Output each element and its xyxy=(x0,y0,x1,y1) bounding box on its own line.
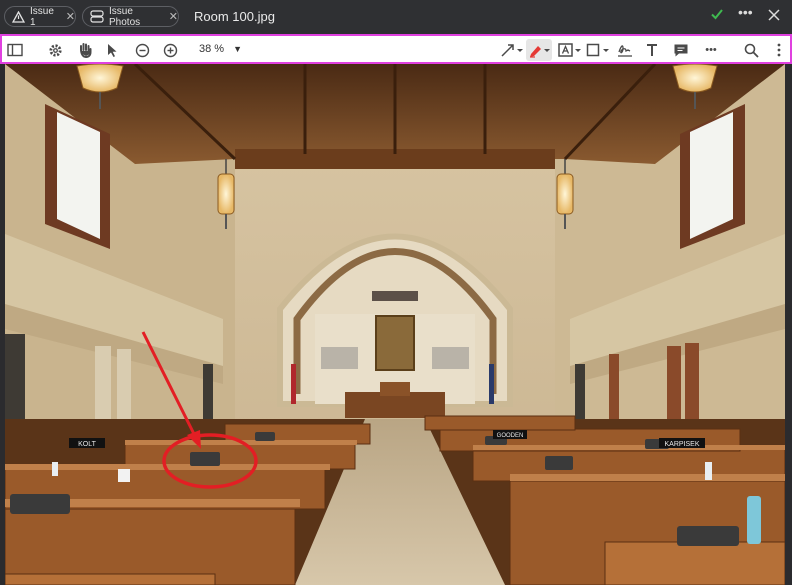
rectangle-icon[interactable] xyxy=(586,41,610,59)
nameplate-kolt: KOLT xyxy=(78,441,96,448)
text-box-icon[interactable] xyxy=(558,41,582,59)
sidebar-toggle-icon[interactable] xyxy=(6,41,24,59)
select-arrow-icon[interactable] xyxy=(103,41,121,59)
tab-issue-photos[interactable]: Issue Photos ✕ xyxy=(82,5,179,28)
more-vertical-icon[interactable] xyxy=(770,41,788,59)
room-photo: KOLT KARPISEK GOODEN xyxy=(5,64,785,585)
close-icon[interactable]: ✕ xyxy=(169,10,178,23)
check-icon[interactable] xyxy=(710,7,724,24)
line-arrow-icon[interactable] xyxy=(500,41,524,59)
chevron-down-icon: ▼ xyxy=(233,44,243,54)
nameplate-karpisek: KARPISEK xyxy=(664,441,699,448)
zoom-out-icon[interactable] xyxy=(133,41,151,59)
title-bar: Issue 1 ✕ Issue Photos ✕ Room 100.jpg ••… xyxy=(0,0,792,34)
zoom-level-value: 38 % xyxy=(199,43,225,55)
photo-viewer[interactable]: KOLT KARPISEK GOODEN xyxy=(5,64,785,585)
text-icon[interactable] xyxy=(643,41,661,59)
zoom-in-icon[interactable] xyxy=(161,41,179,59)
close-icon[interactable] xyxy=(768,8,780,24)
close-icon[interactable]: ✕ xyxy=(66,10,75,23)
search-icon[interactable] xyxy=(742,41,760,59)
comment-icon[interactable] xyxy=(672,41,690,59)
issue-icon xyxy=(12,10,25,23)
settings-icon[interactable] xyxy=(46,41,64,59)
pan-hand-icon[interactable] xyxy=(76,41,94,59)
nameplate-gooden: GOODEN xyxy=(497,433,524,439)
pen-icon[interactable] xyxy=(526,39,552,61)
photos-icon xyxy=(90,10,104,23)
tab-label: Issue Photos xyxy=(109,5,141,28)
signature-icon[interactable] xyxy=(616,41,634,59)
more-horizontal-icon[interactable]: ••• xyxy=(738,4,753,20)
tab-issue-1[interactable]: Issue 1 ✕ xyxy=(4,5,76,28)
document-title: Room 100.jpg xyxy=(194,9,275,24)
tab-label: Issue 1 xyxy=(30,5,54,28)
more-horizontal-icon[interactable]: ••• xyxy=(702,41,720,59)
zoom-level-dropdown[interactable]: 38 % ▼ xyxy=(199,43,242,55)
annotation-toolbar: 38 % ▼ ••• xyxy=(0,34,792,64)
